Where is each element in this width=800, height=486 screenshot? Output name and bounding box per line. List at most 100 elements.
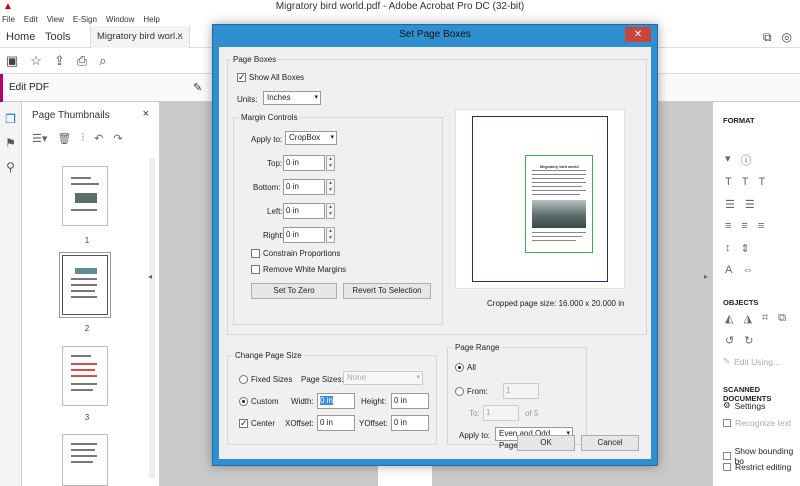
align-right-icon[interactable]: ≡ [758,220,764,232]
right-margin-input[interactable]: 0 in [283,227,325,243]
units-label: Units: [237,95,258,104]
menu-esign[interactable]: E-Sign [73,14,97,26]
thumbnails-scrollbar[interactable] [149,158,155,478]
recognize-text-item[interactable]: Recognize text [723,418,791,428]
all-pages-radio[interactable] [455,363,464,372]
menu-file[interactable]: File [2,14,15,26]
xoffset-input[interactable]: 0 in [317,415,355,431]
center-label: Center [251,419,276,428]
custom-radio[interactable] [239,397,248,406]
bottom-margin-input[interactable]: 0 in [283,179,325,195]
dialog-close-button[interactable]: ✕ [625,27,651,42]
text-size-up-icon[interactable]: T [725,176,732,188]
restrict-editing-item[interactable]: Restrict editing [723,462,791,472]
bookmarks-icon[interactable]: ⚑ [0,136,21,150]
align-row: ≡ ≡ ≡ [725,220,764,232]
set-to-zero-button[interactable]: Set To Zero [251,283,337,299]
yoffset-input[interactable]: 0 in [391,415,429,431]
rotate-ccw-icon[interactable]: ↺ [725,334,734,347]
remove-white-margins-checkbox[interactable] [251,265,260,274]
upload-icon[interactable]: ⇪ [54,53,65,69]
fixed-sizes-radio[interactable] [239,375,248,384]
width-input[interactable]: 0 in [317,393,355,409]
replace-image-icon[interactable]: ⧉ [778,312,786,325]
top-margin-stepper[interactable]: ▲ ▼ [326,155,335,171]
flip-horizontal-icon[interactable]: ◮ [743,312,751,325]
menu-help[interactable]: Help [143,14,159,26]
objects-row-2: ↺ ↻ [725,334,753,347]
tab-tools[interactable]: Tools [45,26,71,48]
rotate-left-icon[interactable]: ↶ [94,132,103,145]
settings-item[interactable]: ⚙ Settings [723,400,765,411]
recognize-text-checkbox[interactable] [723,419,731,427]
thumbnail-page-1[interactable] [62,166,108,226]
top-margin-input[interactable]: 0 in [283,155,325,171]
height-input[interactable]: 0 in [391,393,429,409]
ok-button[interactable]: OK [517,435,575,451]
to-input[interactable]: 1 [483,405,519,421]
apply-to-dropdown[interactable]: CropBox ▾ [285,131,337,145]
edit-using-item[interactable]: ✎ Edit Using... [723,356,780,367]
print-icon[interactable]: ⎙ [77,53,87,69]
tab-close-icon[interactable]: × [177,26,183,48]
bullet-list-icon[interactable]: ☰ [725,198,735,211]
save-icon[interactable]: ▣ [6,53,18,69]
numbered-list-icon[interactable]: ☰ [745,198,755,211]
line-spacing-icon[interactable]: ↕ [725,242,731,255]
horizontal-scale-icon[interactable]: ⇔ [742,264,753,276]
delete-page-icon[interactable]: 🗑 [57,132,71,145]
show-all-boxes-checkbox[interactable] [237,72,246,83]
left-margin-input[interactable]: 0 in [283,203,325,219]
cancel-button[interactable]: Cancel [581,435,639,451]
search-icon[interactable]: ⌕ [99,53,106,69]
bottom-margin-stepper[interactable]: ▲ ▼ [326,179,335,195]
dialog-body: Page Boxes Show All Boxes Units: Inches … [219,47,651,459]
right-panel-collapse-handle[interactable]: ▸ [704,272,710,282]
constrain-proportions-checkbox[interactable] [251,249,260,258]
share-screen-icon[interactable]: ⧉ [763,30,772,45]
extract-page-icon[interactable]: ⫶ [81,132,84,145]
restrict-editing-checkbox[interactable] [723,463,731,471]
text-style-row: T T T [725,176,765,188]
flip-vertical-icon[interactable]: ◭ [725,312,733,325]
attachments-icon[interactable]: ⚲ [0,160,21,174]
thumbnail-page-4[interactable] [62,434,108,486]
from-label: From: [467,387,488,396]
from-input[interactable]: 1 [503,383,539,399]
align-center-icon[interactable]: ≡ [741,220,747,232]
page-sizes-label: Page Sizes: [301,375,344,384]
align-left-icon[interactable]: ≡ [725,220,731,232]
crop-icon[interactable]: ⌗ [762,312,768,325]
menu-edit[interactable]: Edit [24,14,38,26]
font-size-dropdown[interactable]: ▾ [725,152,731,168]
from-radio[interactable] [455,387,464,396]
tab-document[interactable]: Migratory bird worl... × [90,26,190,48]
right-margin-stepper[interactable]: ▲ ▼ [326,227,335,243]
center-checkbox[interactable] [239,418,248,429]
revert-to-selection-button[interactable]: Revert To Selection [343,283,431,299]
bookmark-star-icon[interactable]: ☆ [30,53,42,69]
menu-view[interactable]: View [47,14,64,26]
thumbnail-page-2[interactable] [62,255,108,315]
paragraph-spacing-icon[interactable]: ⇕ [741,242,750,255]
units-dropdown[interactable]: Inches ▾ [263,91,321,105]
left-panel-collapse-handle[interactable]: ◂ [148,272,154,282]
show-bounding-checkbox[interactable] [723,452,731,460]
left-margin-stepper[interactable]: ▲ ▼ [326,203,335,219]
rotate-cw-icon[interactable]: ↻ [744,334,753,347]
dialog-title: Set Page Boxes [399,29,471,40]
thumbnails-close-icon[interactable]: × [143,108,149,120]
menu-window[interactable]: Window [106,14,134,26]
thumbnail-options-icon[interactable]: ☰▾ [32,132,47,145]
font-info-icon[interactable]: ⓘ [741,152,752,168]
text-color-icon[interactable]: T [758,176,765,188]
char-spacing-icon[interactable]: A [725,264,732,276]
rotate-right-icon[interactable]: ↷ [113,132,122,145]
account-icon[interactable]: ◎ [782,30,792,45]
tab-home[interactable]: Home [6,26,35,48]
thumbnail-page-3[interactable] [62,346,108,406]
edit-tool-button[interactable]: ✎ [193,81,202,94]
page-thumbnails-icon[interactable]: ❐ [0,112,21,126]
page-sizes-dropdown[interactable]: None ▾ [343,371,423,385]
text-size-down-icon[interactable]: T [742,176,749,188]
